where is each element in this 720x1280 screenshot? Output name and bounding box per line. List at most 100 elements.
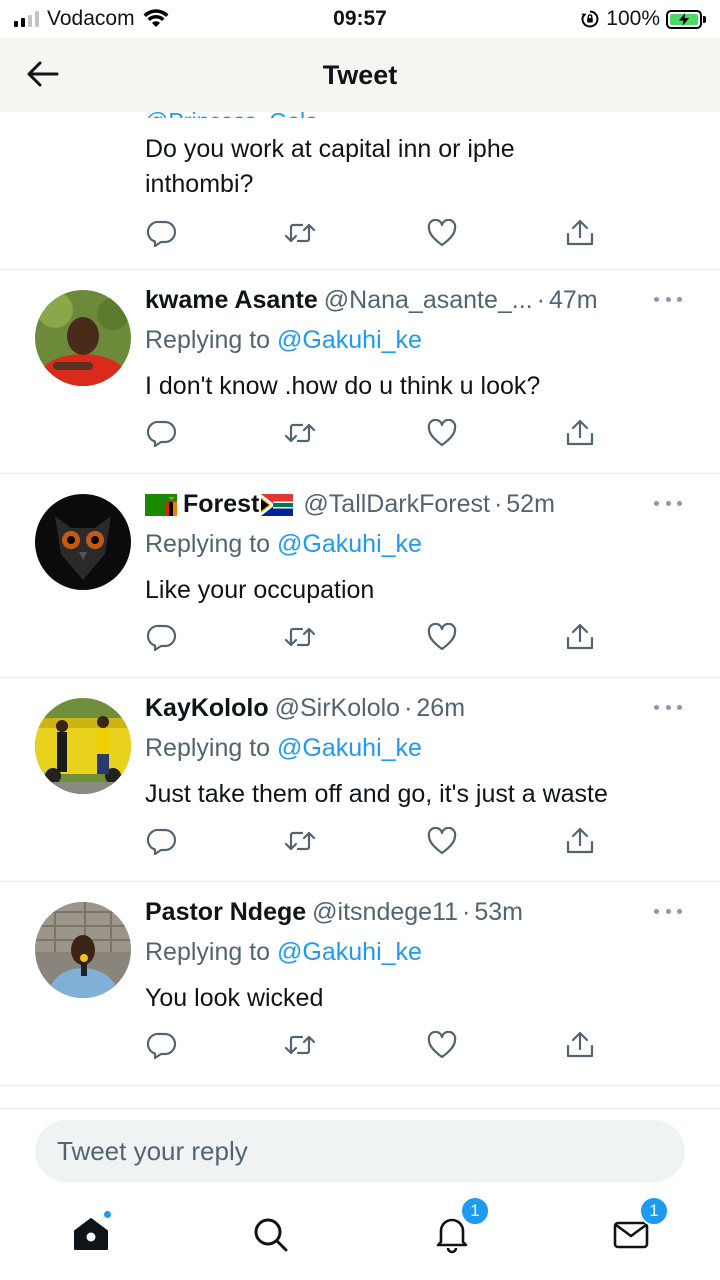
- share-icon: [566, 827, 594, 854]
- user-name[interactable]: Pastor Ndege: [145, 898, 306, 927]
- avatar[interactable]: [35, 902, 131, 998]
- tweet-header: Tweet @Princess_Gala: [0, 38, 720, 118]
- replying-prefix: Replying to: [145, 530, 271, 558]
- tweet-time[interactable]: 26m: [416, 694, 465, 723]
- reply-button[interactable]: [145, 216, 179, 250]
- tweet-text: You look wicked: [145, 984, 324, 1012]
- retweet-icon: [284, 423, 316, 443]
- avatar[interactable]: [35, 698, 131, 794]
- separator: ·: [493, 490, 503, 518]
- like-icon: [427, 1031, 457, 1059]
- reply-button[interactable]: [145, 1028, 179, 1062]
- retweet-button[interactable]: [283, 416, 317, 450]
- tweet-header-line: KayKololo @SirKololo · 26m: [145, 694, 640, 723]
- reply-button[interactable]: [145, 620, 179, 654]
- user-name[interactable]: KayKololo: [145, 694, 269, 723]
- like-icon: [427, 419, 457, 447]
- like-button[interactable]: [425, 620, 459, 654]
- share-icon: [566, 1031, 594, 1058]
- south-africa-flag-icon: [261, 493, 294, 516]
- avatar[interactable]: [35, 290, 131, 386]
- tweet-time[interactable]: 53m: [474, 898, 523, 927]
- tweet-text: Do you work at capital inn or iphe intho…: [145, 132, 685, 202]
- reply-tweet[interactable]: KayKololo @SirKololo · 26m Replying to @…: [0, 678, 720, 882]
- tweet-actions: [145, 824, 605, 858]
- more-icon[interactable]: [654, 498, 682, 508]
- replying-prefix: Replying to: [145, 326, 271, 354]
- reply-feed[interactable]: Do you work at capital inn or iphe intho…: [0, 112, 720, 1110]
- tweet-time[interactable]: 52m: [506, 490, 555, 519]
- retweet-button[interactable]: [283, 824, 317, 858]
- tweet-header-line: Pastor Ndege @itsndege11 · 53m: [145, 898, 640, 927]
- mention-link[interactable]: @Gakuhi_ke: [277, 326, 422, 354]
- battery-percent: 100%: [606, 7, 660, 30]
- partial-handle: @Princess_Gala: [145, 106, 318, 118]
- reply-icon: [147, 1032, 177, 1060]
- share-button[interactable]: [563, 416, 597, 450]
- more-icon[interactable]: [654, 294, 682, 304]
- retweet-button[interactable]: [283, 216, 317, 250]
- back-button[interactable]: [24, 55, 62, 93]
- share-button[interactable]: [563, 1028, 597, 1062]
- home-dot-badge: [102, 1209, 113, 1220]
- user-handle[interactable]: @SirKololo: [275, 694, 400, 723]
- tweet-time[interactable]: 47m: [549, 286, 598, 315]
- user-handle[interactable]: @itsndege11: [312, 898, 458, 927]
- user-handle[interactable]: @TallDarkForest: [303, 490, 490, 519]
- separator: ·: [536, 286, 545, 314]
- reply-tweet[interactable]: Forest @TallDarkForest · 52m Replying to…: [0, 474, 720, 678]
- tab-messages[interactable]: 1: [609, 1196, 669, 1256]
- retweet-icon: [284, 1035, 316, 1055]
- retweet-icon: [284, 627, 316, 647]
- replying-prefix: Replying to: [145, 938, 271, 966]
- mention-link[interactable]: @Gakuhi_ke: [277, 734, 422, 762]
- messages-badge: 1: [639, 1196, 669, 1226]
- tweet-text: Just take them off and go, it's just a w…: [145, 780, 608, 808]
- tab-notifications[interactable]: 1: [430, 1196, 490, 1256]
- like-button[interactable]: [425, 824, 459, 858]
- replying-to: Replying to @Gakuhi_ke: [145, 734, 422, 763]
- tweet-text-line: Do you work at capital inn or iphe: [145, 135, 515, 163]
- reply-tweet[interactable]: kwame Asante @Nana_asante_... · 47m Repl…: [0, 270, 720, 474]
- tweet-header-line: kwame Asante @Nana_asante_... · 47m: [145, 286, 640, 315]
- tweet-actions: [145, 1028, 605, 1062]
- retweet-button[interactable]: [283, 1028, 317, 1062]
- tweet-actions: [145, 216, 605, 250]
- tab-home[interactable]: [69, 1209, 113, 1256]
- tab-search[interactable]: [248, 1212, 292, 1256]
- tweet-actions: [145, 620, 605, 654]
- status-right: 100%: [580, 7, 706, 31]
- user-name[interactable]: kwame Asante: [145, 286, 318, 315]
- tweet-text-line: inthombi?: [145, 170, 254, 198]
- share-button[interactable]: [563, 216, 597, 250]
- reply-button[interactable]: [145, 416, 179, 450]
- share-button[interactable]: [563, 620, 597, 654]
- reply-icon: [147, 828, 177, 856]
- like-icon: [427, 219, 457, 247]
- tweet-top[interactable]: Do you work at capital inn or iphe intho…: [0, 112, 720, 270]
- like-button[interactable]: [425, 216, 459, 250]
- reply-button[interactable]: [145, 824, 179, 858]
- share-button[interactable]: [563, 824, 597, 858]
- retweet-button[interactable]: [283, 620, 317, 654]
- notifications-badge: 1: [460, 1196, 490, 1226]
- signal-icon: [14, 11, 39, 27]
- user-handle[interactable]: @Nana_asante_...: [324, 286, 533, 315]
- more-icon[interactable]: [654, 906, 682, 916]
- user-name[interactable]: Forest: [183, 490, 259, 519]
- page-title: Tweet: [322, 59, 398, 90]
- reply-icon: [147, 220, 177, 248]
- more-icon[interactable]: [654, 702, 682, 712]
- like-button[interactable]: [425, 416, 459, 450]
- like-icon: [427, 623, 457, 651]
- like-button[interactable]: [425, 1028, 459, 1062]
- carrier-label: Vodacom: [47, 7, 135, 30]
- tweet-header-line: Forest @TallDarkForest · 52m: [145, 490, 640, 519]
- reply-input[interactable]: [35, 1120, 685, 1182]
- orientation-lock-icon: [581, 10, 599, 28]
- like-icon: [427, 827, 457, 855]
- mention-link[interactable]: @Gakuhi_ke: [277, 530, 422, 558]
- avatar[interactable]: [35, 494, 131, 590]
- mention-link[interactable]: @Gakuhi_ke: [277, 938, 422, 966]
- reply-tweet[interactable]: Pastor Ndege @itsndege11 · 53m Replying …: [0, 882, 720, 1086]
